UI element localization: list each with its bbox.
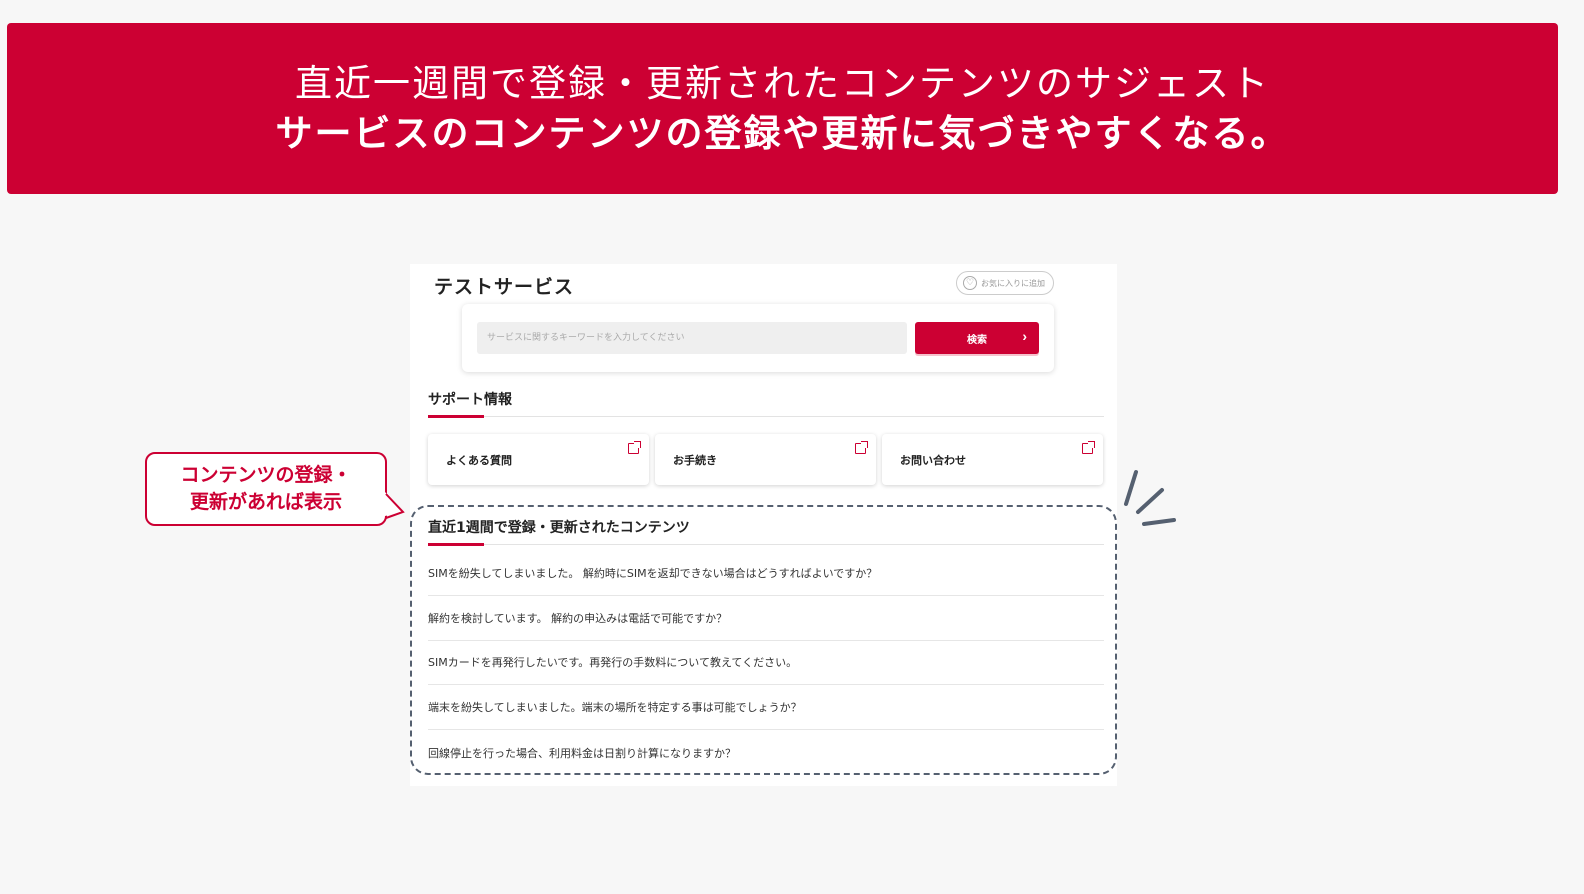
recent-item[interactable]: SIMを紛失してしまいました。 解約時にSIMを返却できない場合はどうすればよい…	[428, 551, 1104, 596]
support-card-faq[interactable]: よくある質問	[428, 434, 649, 485]
recent-item[interactable]: 端末を紛失してしまいました。端末の場所を特定する事は可能でしょうか？	[428, 685, 1104, 730]
banner-subtitle: サービスのコンテンツの登録や更新に気づきやすくなる。	[275, 111, 1290, 155]
service-page-screenshot: テストサービス ♡ お気に入りに追加 検索 › サポート情報 よくある質問 お手…	[410, 264, 1117, 786]
search-input[interactable]	[477, 322, 907, 354]
service-title: テストサービス	[434, 276, 575, 298]
support-card-label: お問い合わせ	[900, 454, 966, 467]
banner-title: 直近一週間で登録・更新されたコンテンツのサジェスト	[295, 61, 1270, 105]
support-section-title: サポート情報	[428, 392, 512, 408]
external-link-icon	[1082, 441, 1095, 454]
support-card-contact[interactable]: お問い合わせ	[882, 434, 1103, 485]
search-button-label: 検索	[967, 334, 987, 346]
heart-icon: ♡	[963, 276, 977, 290]
add-favorite-label: お気に入りに追加	[981, 278, 1045, 288]
external-link-icon	[855, 441, 868, 454]
recent-item[interactable]: 解約を検討しています。 解約の申込みは電話で可能ですか？	[428, 596, 1104, 641]
callout-line2: 更新があれば表示	[189, 491, 342, 513]
recent-item[interactable]: SIMカードを再発行したいです。再発行の手数料について教えてください。	[428, 640, 1104, 685]
chevron-right-icon: ›	[1022, 328, 1027, 344]
support-section-accent	[428, 415, 484, 418]
support-card-label: お手続き	[673, 454, 717, 467]
search-button[interactable]: 検索 ›	[915, 322, 1039, 354]
support-card-label: よくある質問	[446, 454, 512, 467]
emphasis-sparks-icon	[1124, 470, 1176, 526]
callout-bubble: コンテンツの登録・ 更新があれば表示	[145, 452, 387, 526]
search-card: 検索 ›	[462, 304, 1054, 372]
callout-line1: コンテンツの登録・	[180, 464, 352, 486]
recent-section-divider	[428, 544, 1104, 545]
header-banner: 直近一週間で登録・更新されたコンテンツのサジェスト サービスのコンテンツの登録や…	[7, 23, 1558, 194]
support-card-procedures[interactable]: お手続き	[655, 434, 876, 485]
external-link-icon	[628, 441, 641, 454]
recent-item[interactable]: 回線停止を行った場合、利用料金は日割り計算になりますか？	[428, 730, 1104, 775]
callout-pointer	[385, 492, 405, 519]
recent-section-accent	[428, 543, 484, 546]
support-section-divider	[428, 416, 1104, 417]
recent-section-title: 直近1週間で登録・更新されたコンテンツ	[428, 520, 690, 536]
add-favorite-button[interactable]: ♡ お気に入りに追加	[956, 271, 1054, 295]
